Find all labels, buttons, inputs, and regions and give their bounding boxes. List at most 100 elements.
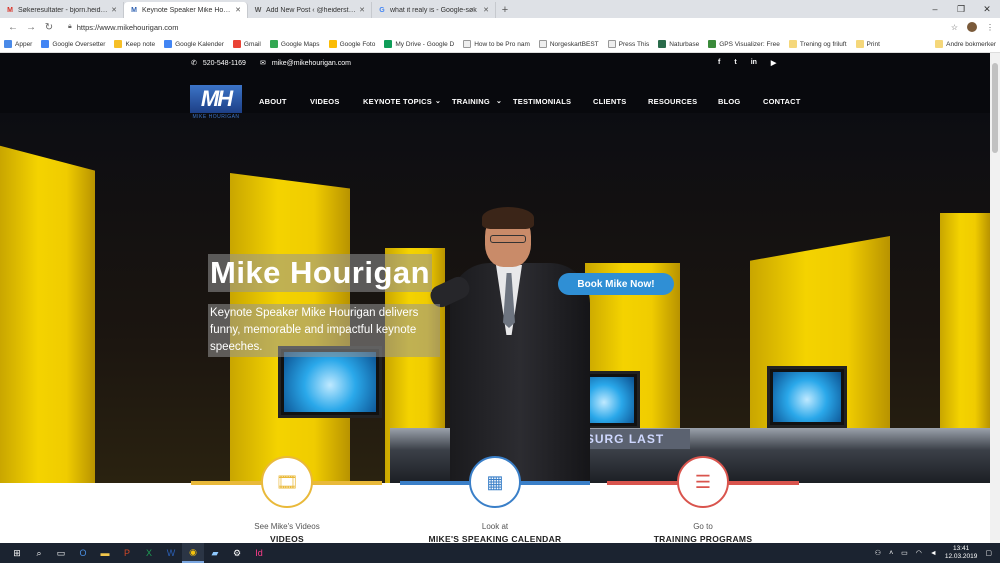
calendar-icon <box>164 40 173 48</box>
feature-title-training[interactable]: TRAINING PROGRAMS <box>613 534 793 543</box>
stage-monitor <box>767 366 847 428</box>
bookmark-label: Google Foto <box>339 40 376 48</box>
minimize-icon[interactable]: – <box>922 0 948 18</box>
task-view-icon[interactable]: ▭ <box>50 543 72 563</box>
star-icon[interactable]: ☆ <box>951 23 958 32</box>
bookmark-apps[interactable]: Apper <box>4 40 32 48</box>
chevron-up-icon[interactable]: ˄ <box>889 550 893 557</box>
excel-icon[interactable]: X <box>138 543 160 563</box>
bookmark-item[interactable]: Gmail <box>232 40 261 48</box>
bookmark-item[interactable]: Keep note <box>114 40 155 48</box>
bookmark-item[interactable]: My Drive - Google D <box>384 40 454 48</box>
bookmark-folder[interactable]: Trening og friluft <box>788 40 847 48</box>
nav-blog[interactable]: BLOG <box>718 97 740 106</box>
close-tab-icon[interactable]: ✕ <box>235 6 241 14</box>
avatar[interactable] <box>967 22 977 32</box>
lock-icon: 🔒︎ <box>68 23 72 30</box>
browser-tab-google-search[interactable]: G what it realy is - Google-søk ✕ <box>372 2 496 18</box>
nav-contact[interactable]: CONTACT <box>763 97 801 106</box>
page-scrollbar[interactable] <box>990 53 1000 543</box>
nav-about[interactable]: ABOUT <box>259 97 287 106</box>
windows-start-icon[interactable]: ⊞ <box>6 543 28 563</box>
close-tab-icon[interactable]: ✕ <box>359 6 365 14</box>
back-icon[interactable]: ← <box>6 22 20 33</box>
battery-icon[interactable]: ▭ <box>901 549 908 557</box>
browser-tab-strip: M Søkeresultater - bjorn.heiderstrom ✕ M… <box>0 0 1000 18</box>
bookmark-item[interactable]: Google Kalender <box>164 40 224 48</box>
phone-text: 520-548-1169 <box>202 59 246 67</box>
feature-title-videos[interactable]: VIDEOS <box>197 534 377 543</box>
bookmark-item[interactable]: GPS Visualizer: Free <box>708 40 780 48</box>
site-logo[interactable]: MH MIKE HOURIGAN <box>190 85 242 123</box>
powerpoint-icon[interactable]: P <box>116 543 138 563</box>
bookmark-item[interactable]: How to be Pro nam <box>463 40 530 48</box>
volume-icon[interactable]: ◄ <box>930 550 937 557</box>
youtube-icon[interactable]: ▶ <box>771 59 776 67</box>
file-explorer-icon[interactable]: ▬ <box>94 543 116 563</box>
feature-title-calendar[interactable]: MIKE'S SPEAKING CALENDAR <box>405 534 585 543</box>
book-mike-button[interactable]: Book Mike Now! <box>558 273 674 295</box>
indesign-icon[interactable]: Id <box>248 543 270 563</box>
bookmark-label: Print <box>866 40 880 48</box>
browser-tab-add-post[interactable]: W Add New Post ‹ @heiderstrom ✕ <box>248 2 372 18</box>
bookmark-label: NorgeskartBEST <box>549 40 599 48</box>
outlook-icon[interactable]: O <box>72 543 94 563</box>
bookmark-item[interactable]: Press This <box>607 40 649 48</box>
email-link[interactable]: ✉ mike@mikehourigan.com <box>260 59 351 68</box>
email-text: mike@mikehourigan.com <box>271 59 351 67</box>
forward-icon[interactable]: → <box>24 22 38 33</box>
tablet-icon[interactable]: ▰ <box>204 543 226 563</box>
browser-tab-mike-hourigan[interactable]: M Keynote Speaker Mike Hourigan ✕ <box>124 2 248 18</box>
bookmark-folder[interactable]: Print <box>855 40 880 48</box>
close-window-icon[interactable]: ✕ <box>974 0 1000 18</box>
maximize-icon[interactable]: ❐ <box>948 0 974 18</box>
chrome-icon[interactable]: ◉ <box>182 543 204 563</box>
nav-testimonials[interactable]: TESTIMONIALS <box>513 97 571 106</box>
bookmark-item[interactable]: Naturbase <box>658 40 699 48</box>
reload-icon[interactable]: ↻ <box>42 22 56 33</box>
other-bookmarks[interactable]: Andre bokmerker <box>935 40 996 48</box>
bookmark-label: Trening og friluft <box>799 40 847 48</box>
logo-name: MIKE HOURIGAN <box>192 114 240 120</box>
nav-resources[interactable]: RESOURCES <box>648 97 697 106</box>
close-tab-icon[interactable]: ✕ <box>483 6 489 14</box>
bookmark-item[interactable]: NorgeskartBEST <box>538 40 599 48</box>
gmail-icon: M <box>7 6 13 14</box>
bookmark-label: Google Maps <box>280 40 320 48</box>
new-tab-button[interactable]: + <box>496 2 514 18</box>
film-icon[interactable]: 🎞︎ <box>261 456 313 508</box>
search-icon[interactable]: ⌕ <box>28 543 50 563</box>
close-tab-icon[interactable]: ✕ <box>111 6 117 14</box>
speaker-photo <box>427 207 595 483</box>
gmail-icon <box>232 40 241 48</box>
bookmark-label: How to be Pro nam <box>474 40 530 48</box>
linkedin-icon[interactable]: in <box>751 59 757 67</box>
apps-grid-icon <box>4 40 12 48</box>
url-input[interactable]: 🔒︎ https://www.mikehourigan.com <box>60 20 943 34</box>
notifications-icon[interactable]: ▢ <box>985 549 992 557</box>
phone-link[interactable]: ✆ 520-548-1169 <box>191 59 246 68</box>
menu-dots-icon[interactable]: ⋮ <box>986 23 994 32</box>
google-icon: G <box>379 6 385 14</box>
nav-videos[interactable]: VIDEOS <box>310 97 340 106</box>
chevron-down-icon: ⌄ <box>496 98 503 105</box>
list-icon[interactable]: ☰ <box>677 456 729 508</box>
scroll-thumb[interactable] <box>992 63 998 153</box>
people-icon[interactable]: ⚇ <box>875 549 881 557</box>
calendar-icon[interactable]: ▦ <box>469 456 521 508</box>
nav-training[interactable]: TRAINING <box>452 97 490 106</box>
wifi-icon[interactable]: ◠ <box>916 549 922 557</box>
bookmark-item[interactable]: Google Maps <box>269 40 320 48</box>
browser-tab-gmail[interactable]: M Søkeresultater - bjorn.heiderstrom ✕ <box>0 2 124 18</box>
word-icon[interactable]: W <box>160 543 182 563</box>
twitter-icon[interactable]: t <box>734 59 736 67</box>
nav-clients[interactable]: CLIENTS <box>593 97 626 106</box>
facebook-icon[interactable]: f <box>718 59 720 67</box>
clock[interactable]: 13:41 12.03.2019 <box>945 545 978 561</box>
bookmark-item[interactable]: Google Oversetter <box>41 40 105 48</box>
stage-panel <box>0 145 95 483</box>
bookmark-item[interactable]: Google Foto <box>328 40 376 48</box>
nav-keynote-topics[interactable]: KEYNOTE TOPICS <box>363 97 432 106</box>
settings-icon[interactable]: ⚙ <box>226 543 248 563</box>
bookmark-label: Apper <box>15 40 33 48</box>
